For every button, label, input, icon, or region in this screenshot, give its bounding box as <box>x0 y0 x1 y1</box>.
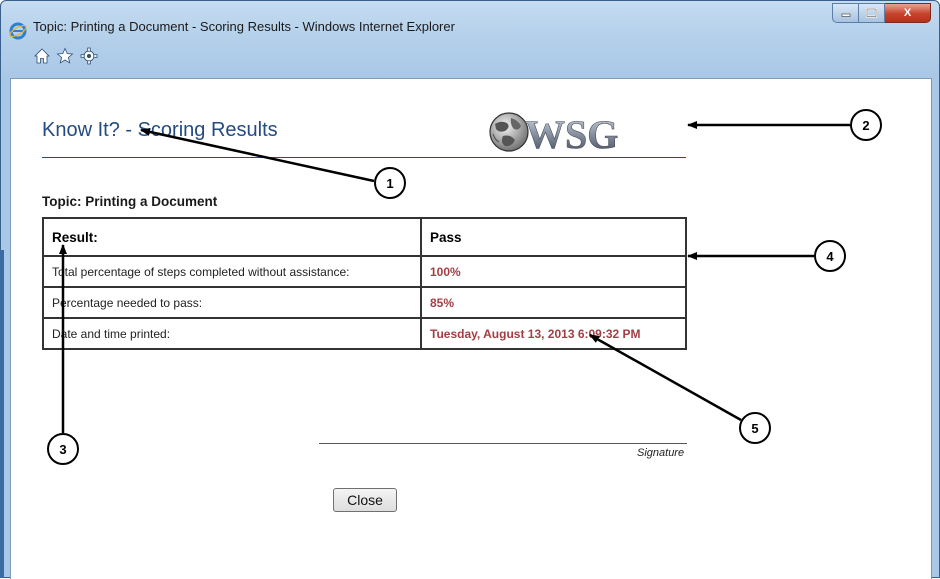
callout-5-arrow <box>589 333 742 422</box>
callout-3: 3 <box>47 433 79 465</box>
svg-text:1: 1 <box>386 176 393 191</box>
svg-text:4: 4 <box>826 249 834 264</box>
svg-text:2: 2 <box>862 118 869 133</box>
callout-2: 2 <box>850 109 882 141</box>
callout-1: 1 <box>374 167 406 199</box>
callout-1-arrow <box>140 128 375 183</box>
svg-text:3: 3 <box>59 442 66 457</box>
callout-5: 5 <box>739 412 771 444</box>
callout-4: 4 <box>814 240 846 272</box>
callout-overlay: 1 2 3 4 5 <box>47 109 882 465</box>
svg-text:5: 5 <box>751 421 758 436</box>
